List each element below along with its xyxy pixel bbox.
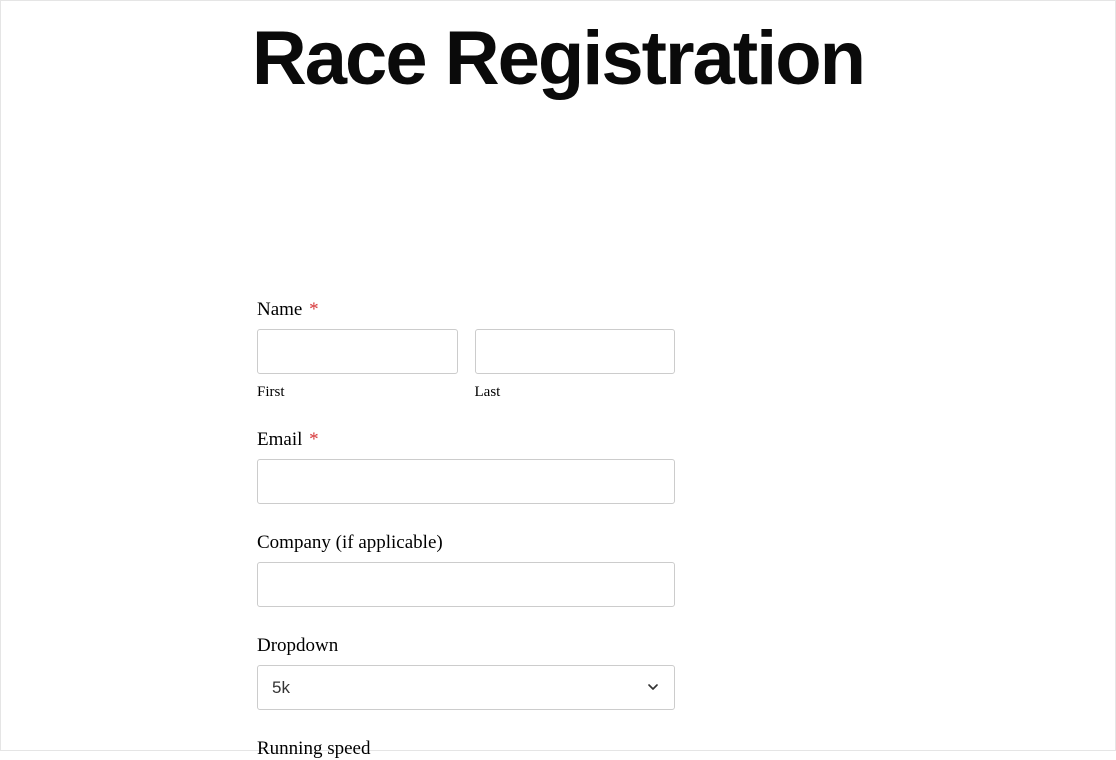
- email-field-group: Email *: [257, 429, 675, 504]
- first-name-column: First: [257, 329, 458, 401]
- name-field-group: Name * First Last: [257, 299, 675, 401]
- distance-select[interactable]: 5k: [257, 665, 675, 710]
- page-title: Race Registration: [1, 19, 1115, 99]
- required-indicator: *: [309, 299, 319, 320]
- page-container: Race Registration Name * First Last Emai…: [1, 1, 1115, 760]
- first-name-input[interactable]: [257, 329, 458, 374]
- last-name-column: Last: [475, 329, 676, 401]
- name-label: Name *: [257, 299, 675, 321]
- running-speed-label: Running speed: [257, 738, 675, 760]
- email-label: Email *: [257, 429, 675, 451]
- last-name-input[interactable]: [475, 329, 676, 374]
- name-label-text: Name: [257, 299, 302, 320]
- company-input[interactable]: [257, 562, 675, 607]
- registration-form: Name * First Last Email * Co: [257, 299, 675, 760]
- email-input[interactable]: [257, 459, 675, 504]
- name-inputs-row: First Last: [257, 329, 675, 401]
- running-speed-field-group: Running speed: [257, 738, 675, 760]
- required-indicator: *: [309, 429, 319, 450]
- dropdown-select-wrap: 5k: [257, 665, 675, 710]
- company-field-group: Company (if applicable): [257, 532, 675, 607]
- first-name-sublabel: First: [257, 384, 458, 401]
- dropdown-field-group: Dropdown 5k: [257, 635, 675, 710]
- company-label: Company (if applicable): [257, 532, 675, 554]
- email-label-text: Email: [257, 429, 302, 450]
- dropdown-label: Dropdown: [257, 635, 675, 657]
- last-name-sublabel: Last: [475, 384, 676, 401]
